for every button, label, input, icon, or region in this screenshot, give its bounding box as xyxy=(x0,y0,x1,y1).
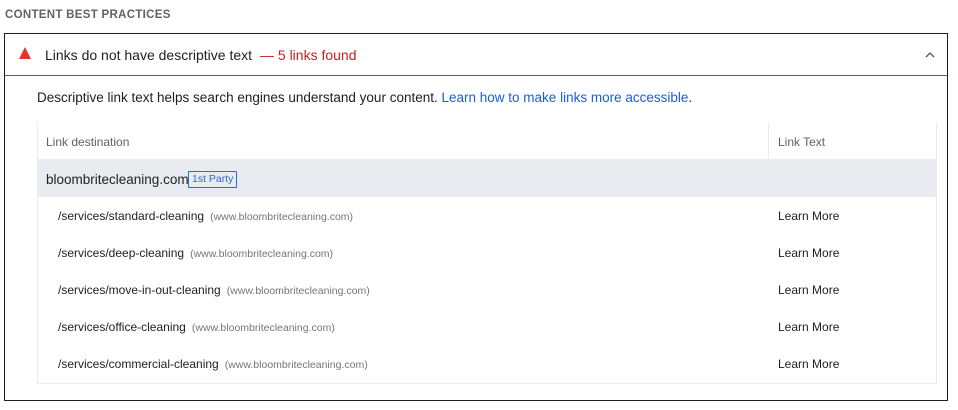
table-row: /services/move-in-out-cleaning (www.bloom… xyxy=(38,271,936,308)
row-path: /services/move-in-out-cleaning xyxy=(58,283,221,297)
row-link-text: Learn More xyxy=(778,283,840,297)
table-row: /services/office-cleaning (www.bloombrite… xyxy=(38,308,936,345)
table-row: /services/standard-cleaning (www.bloombri… xyxy=(38,197,936,234)
table-row: /services/deep-cleaning (www.bloombritecl… xyxy=(38,234,936,271)
row-destination: /services/standard-cleaning (www.bloombri… xyxy=(58,209,353,223)
row-destination: /services/move-in-out-cleaning (www.bloom… xyxy=(58,283,370,297)
row-link-text: Learn More xyxy=(778,357,840,371)
row-destination: /services/commercial-cleaning (www.bloomb… xyxy=(58,357,368,371)
audit-count: — 5 links found xyxy=(260,47,357,63)
row-path: /services/commercial-cleaning xyxy=(58,357,219,371)
table-row: /services/commercial-cleaning (www.bloomb… xyxy=(38,345,936,382)
row-path: /services/standard-cleaning xyxy=(58,209,205,223)
description-text: Descriptive link text helps search engin… xyxy=(37,90,438,105)
group-domain: bloombritecleaning.com xyxy=(46,172,189,187)
section-title: CONTENT BEST PRACTICES xyxy=(5,9,171,21)
row-destination: /services/office-cleaning (www.bloombrite… xyxy=(58,320,335,334)
description-end: . xyxy=(688,90,693,105)
row-destination: /services/deep-cleaning (www.bloombritecl… xyxy=(58,246,333,260)
row-path: /services/office-cleaning xyxy=(58,320,186,334)
learn-more-link[interactable]: Learn how to make links more accessible xyxy=(442,90,689,105)
links-table: Link destination Link Text bloombritecle… xyxy=(37,123,937,384)
table-header: Link destination Link Text xyxy=(38,123,936,161)
column-divider xyxy=(768,123,769,161)
audit-header[interactable]: Links do not have descriptive text — 5 l… xyxy=(5,34,947,76)
row-link-text: Learn More xyxy=(778,246,840,260)
chevron-up-icon[interactable] xyxy=(923,48,937,62)
row-link-text: Learn More xyxy=(778,209,840,223)
first-party-badge: 1st Party xyxy=(188,171,238,188)
audit-panel: Links do not have descriptive text — 5 l… xyxy=(4,33,948,401)
row-host: (www.bloombritecleaning.com) xyxy=(191,322,335,334)
audit-title: Links do not have descriptive text xyxy=(45,47,253,63)
row-host: (www.bloombritecleaning.com) xyxy=(224,359,368,371)
row-path: /services/deep-cleaning xyxy=(58,246,185,260)
audit-description: Descriptive link text helps search engin… xyxy=(37,90,692,105)
row-link-text: Learn More xyxy=(778,320,840,334)
group-row: bloombritecleaning.com 1st Party xyxy=(38,161,936,197)
header-link-destination: Link destination xyxy=(46,135,130,149)
row-host: (www.bloombritecleaning.com) xyxy=(226,285,370,297)
warning-triangle-icon xyxy=(19,47,31,59)
header-link-text: Link Text xyxy=(778,135,826,149)
row-host: (www.bloombritecleaning.com) xyxy=(210,211,354,223)
row-host: (www.bloombritecleaning.com) xyxy=(190,248,334,260)
